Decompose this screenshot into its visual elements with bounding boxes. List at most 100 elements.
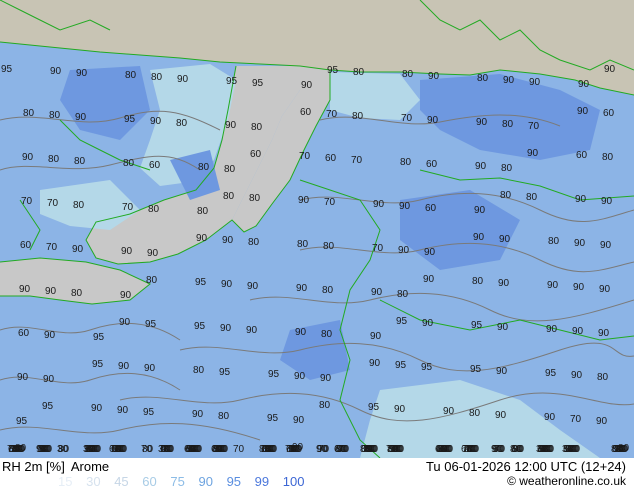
rh-value-label: 70 [401, 113, 413, 124]
rh-value-label: 95 [395, 360, 407, 371]
legend-value: 90 [198, 474, 213, 489]
rh-value-label: 95 [368, 402, 380, 413]
rh-value-label: 60 [184, 444, 196, 455]
rh-value-label: 90 [373, 199, 385, 210]
rh-value-label: 90 [491, 444, 503, 455]
rh-value-label: 90 [17, 372, 29, 383]
rh-value-label: 90 [150, 116, 162, 127]
rh-value-label: 90 [294, 371, 306, 382]
rh-value-label: 90 [473, 232, 485, 243]
rh-value-label: 60 [325, 153, 337, 164]
rh-value-label: 80 [502, 119, 514, 130]
rh-value-label: 90 [192, 409, 204, 420]
rh-value-label: 80 [319, 400, 331, 411]
rh-value-label: 90 [220, 323, 232, 334]
rh-value-label: 95 [219, 367, 231, 378]
rh-value-label: 90 [598, 328, 610, 339]
rh-value-label: 80 [510, 444, 522, 455]
rh-value-label: 95 [268, 369, 280, 380]
rh-value-label: 95 [16, 416, 28, 427]
rh-value-label: 90 [45, 286, 57, 297]
legend-value: 45 [114, 474, 129, 489]
rh-value-label: 90 [600, 240, 612, 251]
rh-value-label: 60 [300, 107, 312, 118]
credit-link[interactable]: © weatheronline.co.uk [507, 474, 626, 488]
rh-value-label: 70 [46, 242, 58, 253]
rh-value-label: 95 [145, 319, 157, 330]
rh-value-label: 80 [148, 204, 160, 215]
rh-value-label: 90 [476, 117, 488, 128]
rh-value-label: 80 [602, 152, 614, 163]
rh-value-label: 90 [76, 68, 88, 79]
rh-value-label: 70 [122, 202, 134, 213]
rh-value-label: 80 [249, 193, 261, 204]
rh-map: 95 90 90 80 80 90 95 95 90 95 80 80 90 80 90 90 90 90 80 80… [0, 0, 634, 458]
rh-value-label: 95 [226, 76, 238, 87]
rh-value-label: 80 [321, 329, 333, 340]
rh-value-label: 80 [74, 156, 86, 167]
rh-value-label: 90 [496, 366, 508, 377]
map-title: RH 2m [%] Arome [2, 459, 109, 474]
rh-value-label: 90 [599, 284, 611, 295]
rh-value-label: 90 [75, 112, 87, 123]
rh-value-label: 80 [73, 200, 85, 211]
rh-value-label: 90 [443, 406, 455, 417]
rh-value-label: 90 [422, 318, 434, 329]
rh-value-label: 60 [576, 150, 588, 161]
variable-label: RH 2m [%] [2, 459, 65, 474]
rh-value-label: 70 [299, 151, 311, 162]
rh-value-label: 90 [370, 331, 382, 342]
rh-value-label: 90 [571, 370, 583, 381]
rh-value-label: 90 [578, 79, 590, 90]
model-label: Arome [70, 459, 110, 474]
rh-value-label: 80 [248, 237, 260, 248]
rh-value-label: 70 [21, 196, 33, 207]
rh-value-label: 60 [435, 444, 447, 455]
rh-value-label: 90 [529, 77, 541, 88]
rh-value-label: 95 [194, 321, 206, 332]
rh-value-label: 60 [18, 328, 30, 339]
rh-value-label: 90 [295, 327, 307, 338]
rh-value-label: 90 [22, 152, 34, 163]
rh-value-label: 95 [396, 316, 408, 327]
rh-value-label: 90 [547, 280, 559, 291]
rh-value-label: 90 [119, 317, 131, 328]
rh-value-label: 80 [224, 164, 236, 175]
rh-value-label: 90 [475, 161, 487, 172]
rh-value-label: 60 [603, 108, 615, 119]
rh-value-label: 90 [503, 75, 515, 86]
rh-value-label: 90 [247, 281, 259, 292]
rh-value-label: 90 [118, 361, 130, 372]
rh-value-label: 95 [1, 64, 13, 75]
rh-value-label: 30 [57, 444, 69, 455]
rh-value-label: 30 [536, 444, 548, 455]
rh-value-label: 90 [577, 106, 589, 117]
rh-value-label: 80 [501, 163, 513, 174]
rh-value-label: 70 [326, 109, 338, 120]
rh-value-label: 90 [369, 358, 381, 369]
rh-value-label: 90 [222, 235, 234, 246]
rh-value-label: 90 [428, 71, 440, 82]
rh-value-label: 90 [394, 404, 406, 415]
rh-value-label: 90 [316, 444, 328, 455]
rh-value-label: 80 [500, 190, 512, 201]
rh-value-label: 60 [334, 444, 346, 455]
rh-value-label: 90 [574, 238, 586, 249]
rh-value-label: 90 [293, 415, 305, 426]
map-footer: RH 2m [%] Arome Tu 06-01-2026 12:00 UTC (… [0, 458, 634, 490]
rh-value-label: 90 [498, 278, 510, 289]
rh-value-label: 90 [601, 196, 613, 207]
legend-value: 95 [226, 474, 242, 489]
rh-value-label: 90 [50, 66, 62, 77]
rh-value-label: 90 [36, 444, 48, 455]
rh-value-label: 80 [472, 276, 484, 287]
rh-value-label: 80 [397, 289, 409, 300]
rh-value-label: 95 [421, 362, 433, 373]
rh-value-label: 60 [461, 444, 473, 455]
rh-value-label: 70 [141, 444, 153, 455]
rh-value-label: 90 [604, 64, 616, 75]
rh-value-label: 90 [424, 247, 436, 258]
rh-value-label: 90 [596, 416, 608, 427]
rh-value-label: 80 [197, 206, 209, 217]
rh-value-label: 80 [198, 162, 210, 173]
